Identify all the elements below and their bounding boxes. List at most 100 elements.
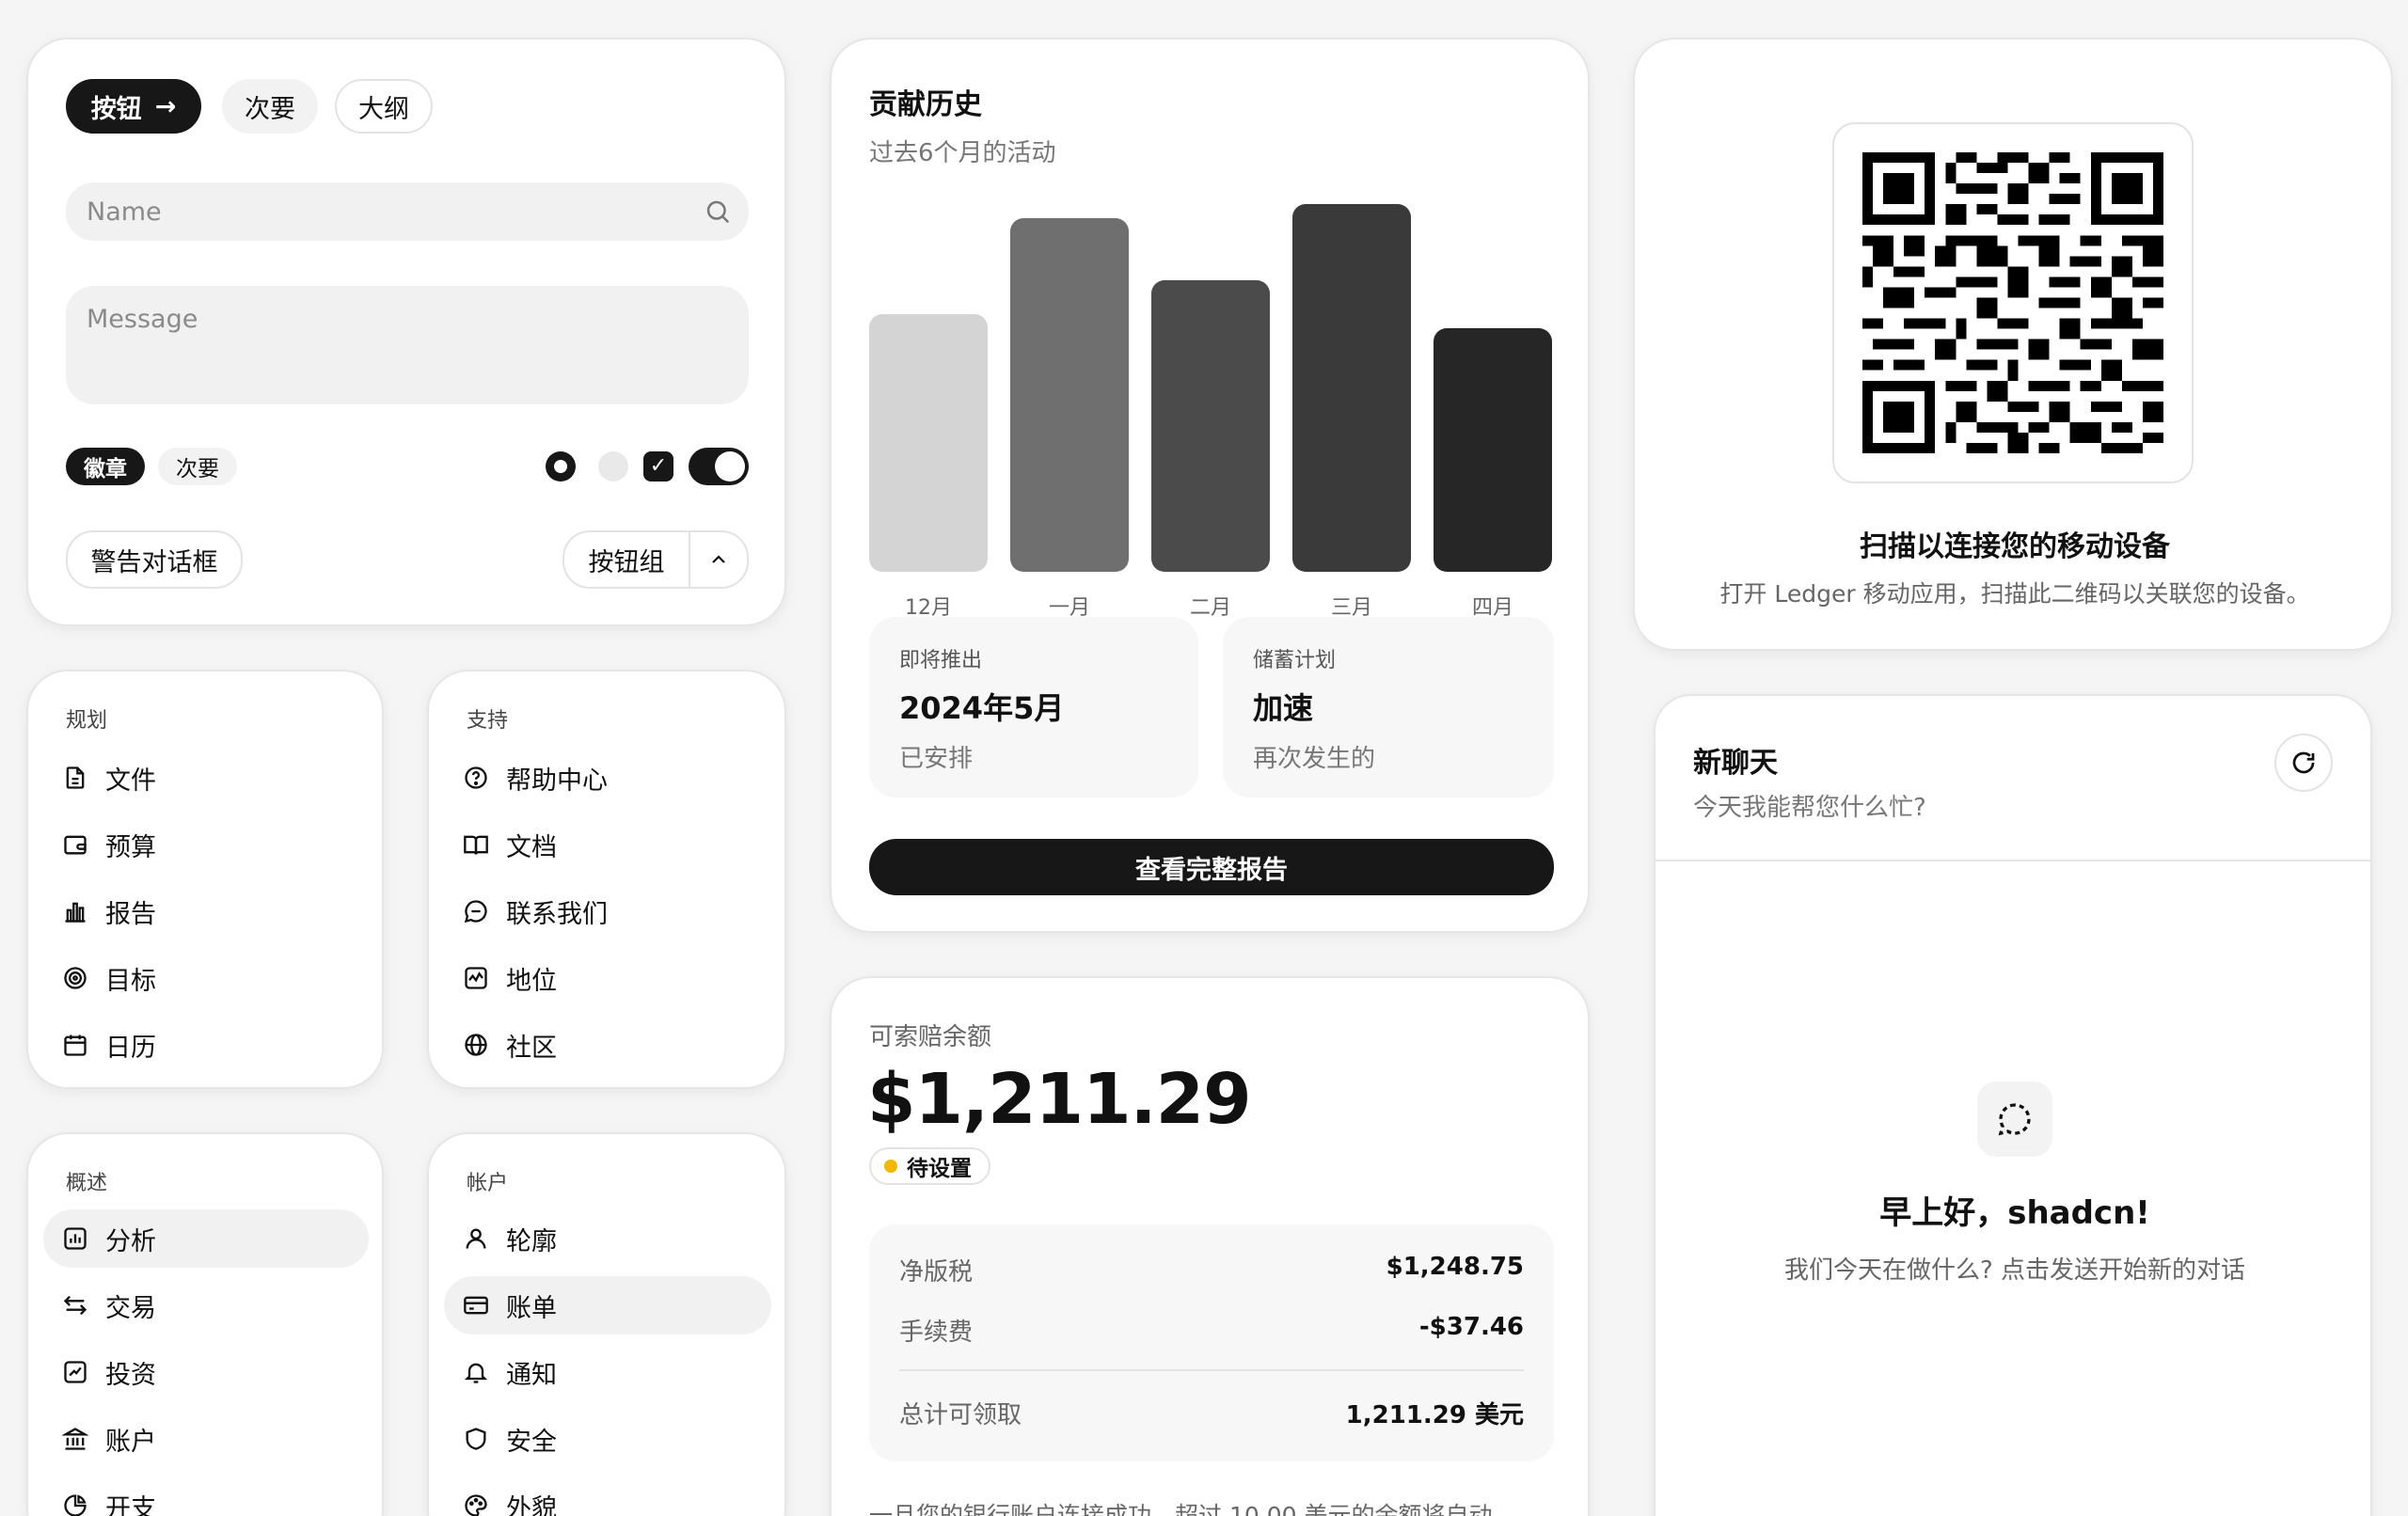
menu-item-label: 轮廓	[506, 1226, 557, 1256]
wallet-icon	[62, 831, 88, 858]
menu-item-label: 地位	[506, 966, 557, 996]
menu-item-label: 预算	[105, 832, 156, 862]
menu-item-label: 报告	[105, 899, 156, 929]
book-icon	[463, 831, 489, 858]
menu-item-label: 开支	[105, 1493, 156, 1516]
breakdown-row-value: -$37.46	[1418, 1313, 1524, 1341]
badge-primary: 徽章	[66, 448, 145, 485]
contribution-subtitle: 过去6个月的活动	[869, 139, 1056, 167]
planning-menu-title: 规划	[66, 709, 108, 733]
radio-selected[interactable]	[546, 451, 576, 482]
search-icon	[704, 197, 732, 232]
arrow-right-icon: →	[154, 91, 177, 121]
outline-button[interactable]: 大纲	[335, 79, 433, 134]
chart-bar	[1434, 328, 1552, 572]
chat-subtitle: 今天我能帮您什么忙?	[1693, 794, 1926, 822]
button-group-label[interactable]: 按钮组	[564, 542, 689, 578]
help-icon	[463, 765, 489, 791]
breakdown-divider	[899, 1369, 1524, 1371]
investment-icon	[62, 1359, 88, 1385]
menu-item-investments[interactable]: 投资	[43, 1343, 369, 1401]
menu-item-label: 目标	[105, 966, 156, 996]
menu-item-profile[interactable]: 轮廓	[444, 1209, 771, 1268]
status-text: 待设置	[907, 1157, 972, 1181]
breakdown-row-label: 手续费	[899, 1319, 974, 1347]
support-menu-card: 支持 帮助中心 文档 联系我们 地位 社区	[427, 670, 786, 1089]
name-placeholder: Name	[87, 197, 162, 227]
upcoming-value: 2024年5月	[899, 690, 1065, 726]
savings-label: 储蓄计划	[1253, 649, 1337, 672]
menu-item-transactions[interactable]: 交易	[43, 1276, 369, 1334]
menu-item-file[interactable]: 文件	[43, 749, 369, 807]
balance-card: 可索赔余额 $1,211.29 待设置 净版税 $1,248.75 手续费 -$…	[830, 976, 1590, 1516]
secondary-button[interactable]: 次要	[222, 79, 318, 134]
refresh-icon	[2292, 751, 2315, 774]
menu-item-contact[interactable]: 联系我们	[444, 882, 771, 940]
refresh-button[interactable]	[2274, 734, 2333, 792]
menu-item-accounts[interactable]: 账户	[43, 1410, 369, 1468]
upcoming-label: 即将推出	[899, 649, 983, 672]
menu-item-label: 分析	[105, 1226, 156, 1256]
menu-item-appearance[interactable]: 外貌	[444, 1477, 771, 1516]
alert-dialog-button[interactable]: 警告对话框	[66, 530, 243, 589]
message-textarea[interactable]: Message	[66, 286, 749, 404]
user-icon	[463, 1225, 489, 1252]
status-dot	[884, 1160, 897, 1173]
menu-item-calendar[interactable]: 日历	[43, 1016, 369, 1074]
menu-item-label: 通知	[506, 1360, 557, 1390]
menu-item-docs[interactable]: 文档	[444, 815, 771, 874]
shield-icon	[463, 1426, 489, 1452]
support-menu-title: 支持	[467, 709, 509, 733]
menu-item-goal[interactable]: 目标	[43, 949, 369, 1007]
qr-title: 扫描以连接您的移动设备	[1860, 530, 2170, 563]
menu-item-analytics[interactable]: 分析	[43, 1209, 369, 1268]
button-group: 按钮组	[562, 530, 749, 589]
menu-item-label: 社区	[506, 1033, 557, 1063]
chat-bubble-icon	[1977, 1082, 2052, 1157]
chart-icon	[62, 898, 88, 924]
chart-bar	[869, 314, 988, 572]
contribution-bar-chart: 12月 一月 二月 三月 四月	[869, 190, 1554, 623]
menu-item-label: 帮助中心	[506, 766, 608, 796]
toggle-switch[interactable]	[689, 448, 749, 485]
menu-item-label: 账户	[105, 1427, 156, 1457]
transfer-icon	[62, 1292, 88, 1319]
total-value: 1,211.29 美元	[1345, 1401, 1524, 1429]
menu-item-label: 联系我们	[506, 899, 608, 929]
credit-card-icon	[463, 1292, 489, 1319]
menu-item-status[interactable]: 地位	[444, 949, 771, 1007]
menu-item-label: 账单	[506, 1293, 557, 1323]
palette-icon	[463, 1492, 489, 1516]
chart-bar	[1292, 204, 1411, 572]
menu-item-report[interactable]: 报告	[43, 882, 369, 940]
radio-unselected[interactable]	[598, 451, 628, 482]
menu-item-help-center[interactable]: 帮助中心	[444, 749, 771, 807]
globe-icon	[463, 1032, 489, 1058]
chat-prompt: 我们今天在做什么? 点击发送开始新的对话	[1783, 1256, 2246, 1285]
qr-card: 扫描以连接您的移动设备 打开 Ledger 移动应用，扫描此二维码以关联您的设备…	[1633, 38, 2393, 651]
balance-label: 可索赔余额	[869, 1023, 992, 1051]
view-report-button[interactable]: 查看完整报告	[869, 839, 1554, 895]
menu-item-label: 安全	[506, 1427, 557, 1457]
menu-item-notifications[interactable]: 通知	[444, 1343, 771, 1401]
menu-item-label: 日历	[105, 1033, 156, 1063]
menu-item-label: 投资	[105, 1360, 156, 1390]
savings-status: 再次发生的	[1253, 745, 1376, 773]
primary-button[interactable]: 按钮 →	[66, 79, 201, 134]
primary-button-label: 按钮	[90, 94, 142, 124]
checkbox-checked[interactable]: ✓	[643, 451, 673, 482]
account-menu-card: 帐户 轮廓 账单 通知 安全 外貌	[427, 1132, 786, 1516]
menu-item-budget[interactable]: 预算	[43, 815, 369, 874]
menu-item-community[interactable]: 社区	[444, 1016, 771, 1074]
qr-code-image	[1862, 152, 2163, 453]
menu-item-billing[interactable]: 账单	[444, 1276, 771, 1334]
chevron-up-icon[interactable]	[689, 532, 747, 587]
menu-item-security[interactable]: 安全	[444, 1410, 771, 1468]
menu-item-label: 外貌	[506, 1493, 557, 1516]
qr-description: 打开 Ledger 移动应用，扫描此二维码以关联您的设备。	[1719, 580, 2310, 608]
name-input[interactable]: Name	[66, 182, 749, 241]
savings-stat: 储蓄计划 加速 再次发生的	[1223, 617, 1554, 797]
menu-item-expenses[interactable]: 开支	[43, 1477, 369, 1516]
balance-breakdown: 净版税 $1,248.75 手续费 -$37.46 总计可领取 1,211.29…	[869, 1224, 1554, 1461]
pie-icon	[62, 1492, 88, 1516]
